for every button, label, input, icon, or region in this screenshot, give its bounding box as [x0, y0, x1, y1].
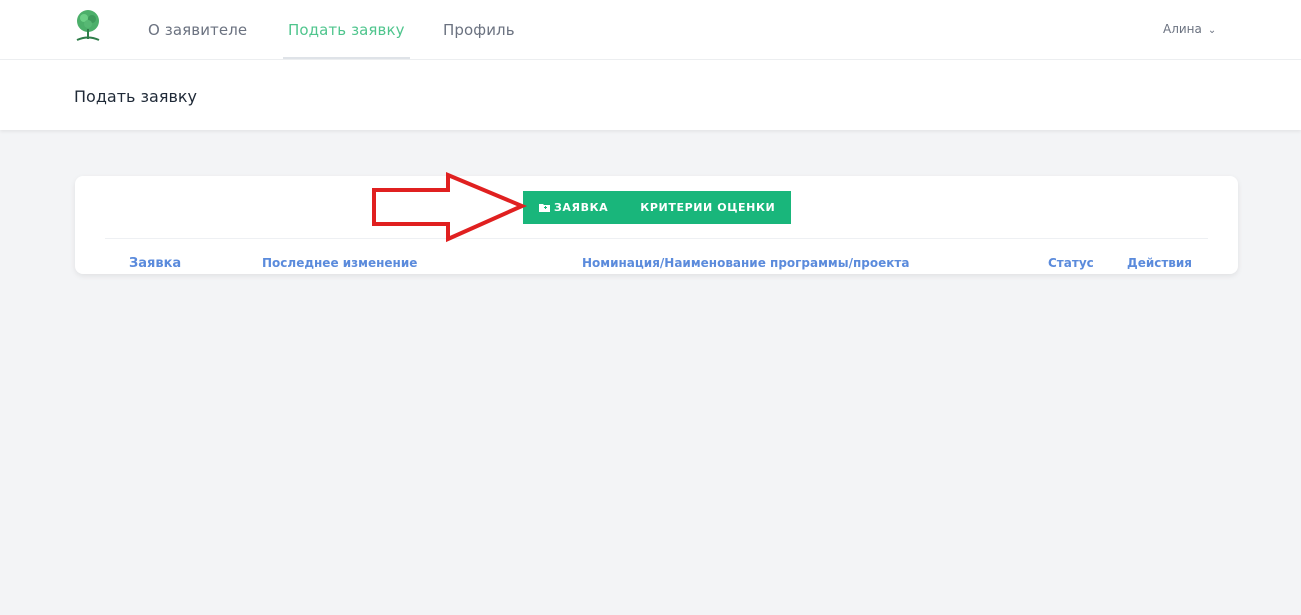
column-header-last-modified[interactable]: Последнее изменение	[262, 256, 417, 270]
top-navbar: О заявителе Подать заявку Профиль Алина ⌄	[0, 0, 1301, 60]
application-button[interactable]: ЗАЯВКА	[523, 191, 624, 224]
column-header-nomination[interactable]: Номинация/Наименование программы/проекта	[582, 256, 909, 270]
chevron-down-icon: ⌄	[1207, 25, 1217, 36]
evaluation-criteria-button-label: КРИТЕРИИ ОЦЕНКИ	[640, 201, 776, 214]
column-header-actions[interactable]: Действия	[1127, 256, 1192, 270]
red-arrow-icon	[372, 172, 528, 243]
evaluation-criteria-button[interactable]: КРИТЕРИИ ОЦЕНКИ	[624, 191, 791, 224]
column-header-status[interactable]: Статус	[1048, 256, 1094, 270]
page-header: Подать заявку	[0, 60, 1301, 130]
button-group: ЗАЯВКА КРИТЕРИИ ОЦЕНКИ	[523, 191, 792, 224]
card-divider	[105, 238, 1208, 239]
column-header-application[interactable]: Заявка	[129, 256, 181, 271]
nav-link-profile[interactable]: Профиль	[443, 21, 515, 39]
tree-logo-icon[interactable]	[74, 9, 102, 45]
folder-icon	[539, 204, 550, 212]
active-tab-underline	[283, 57, 410, 59]
user-menu[interactable]: Алина ⌄	[1163, 22, 1216, 36]
nav-link-about-applicant[interactable]: О заявителе	[148, 21, 247, 39]
applications-card: ЗАЯВКА КРИТЕРИИ ОЦЕНКИ Заявка Последнее …	[75, 176, 1238, 274]
application-button-label: ЗАЯВКА	[554, 201, 609, 214]
user-name: Алина	[1163, 22, 1202, 36]
nav-link-submit-application[interactable]: Подать заявку	[288, 21, 405, 39]
page-title: Подать заявку	[74, 87, 198, 106]
